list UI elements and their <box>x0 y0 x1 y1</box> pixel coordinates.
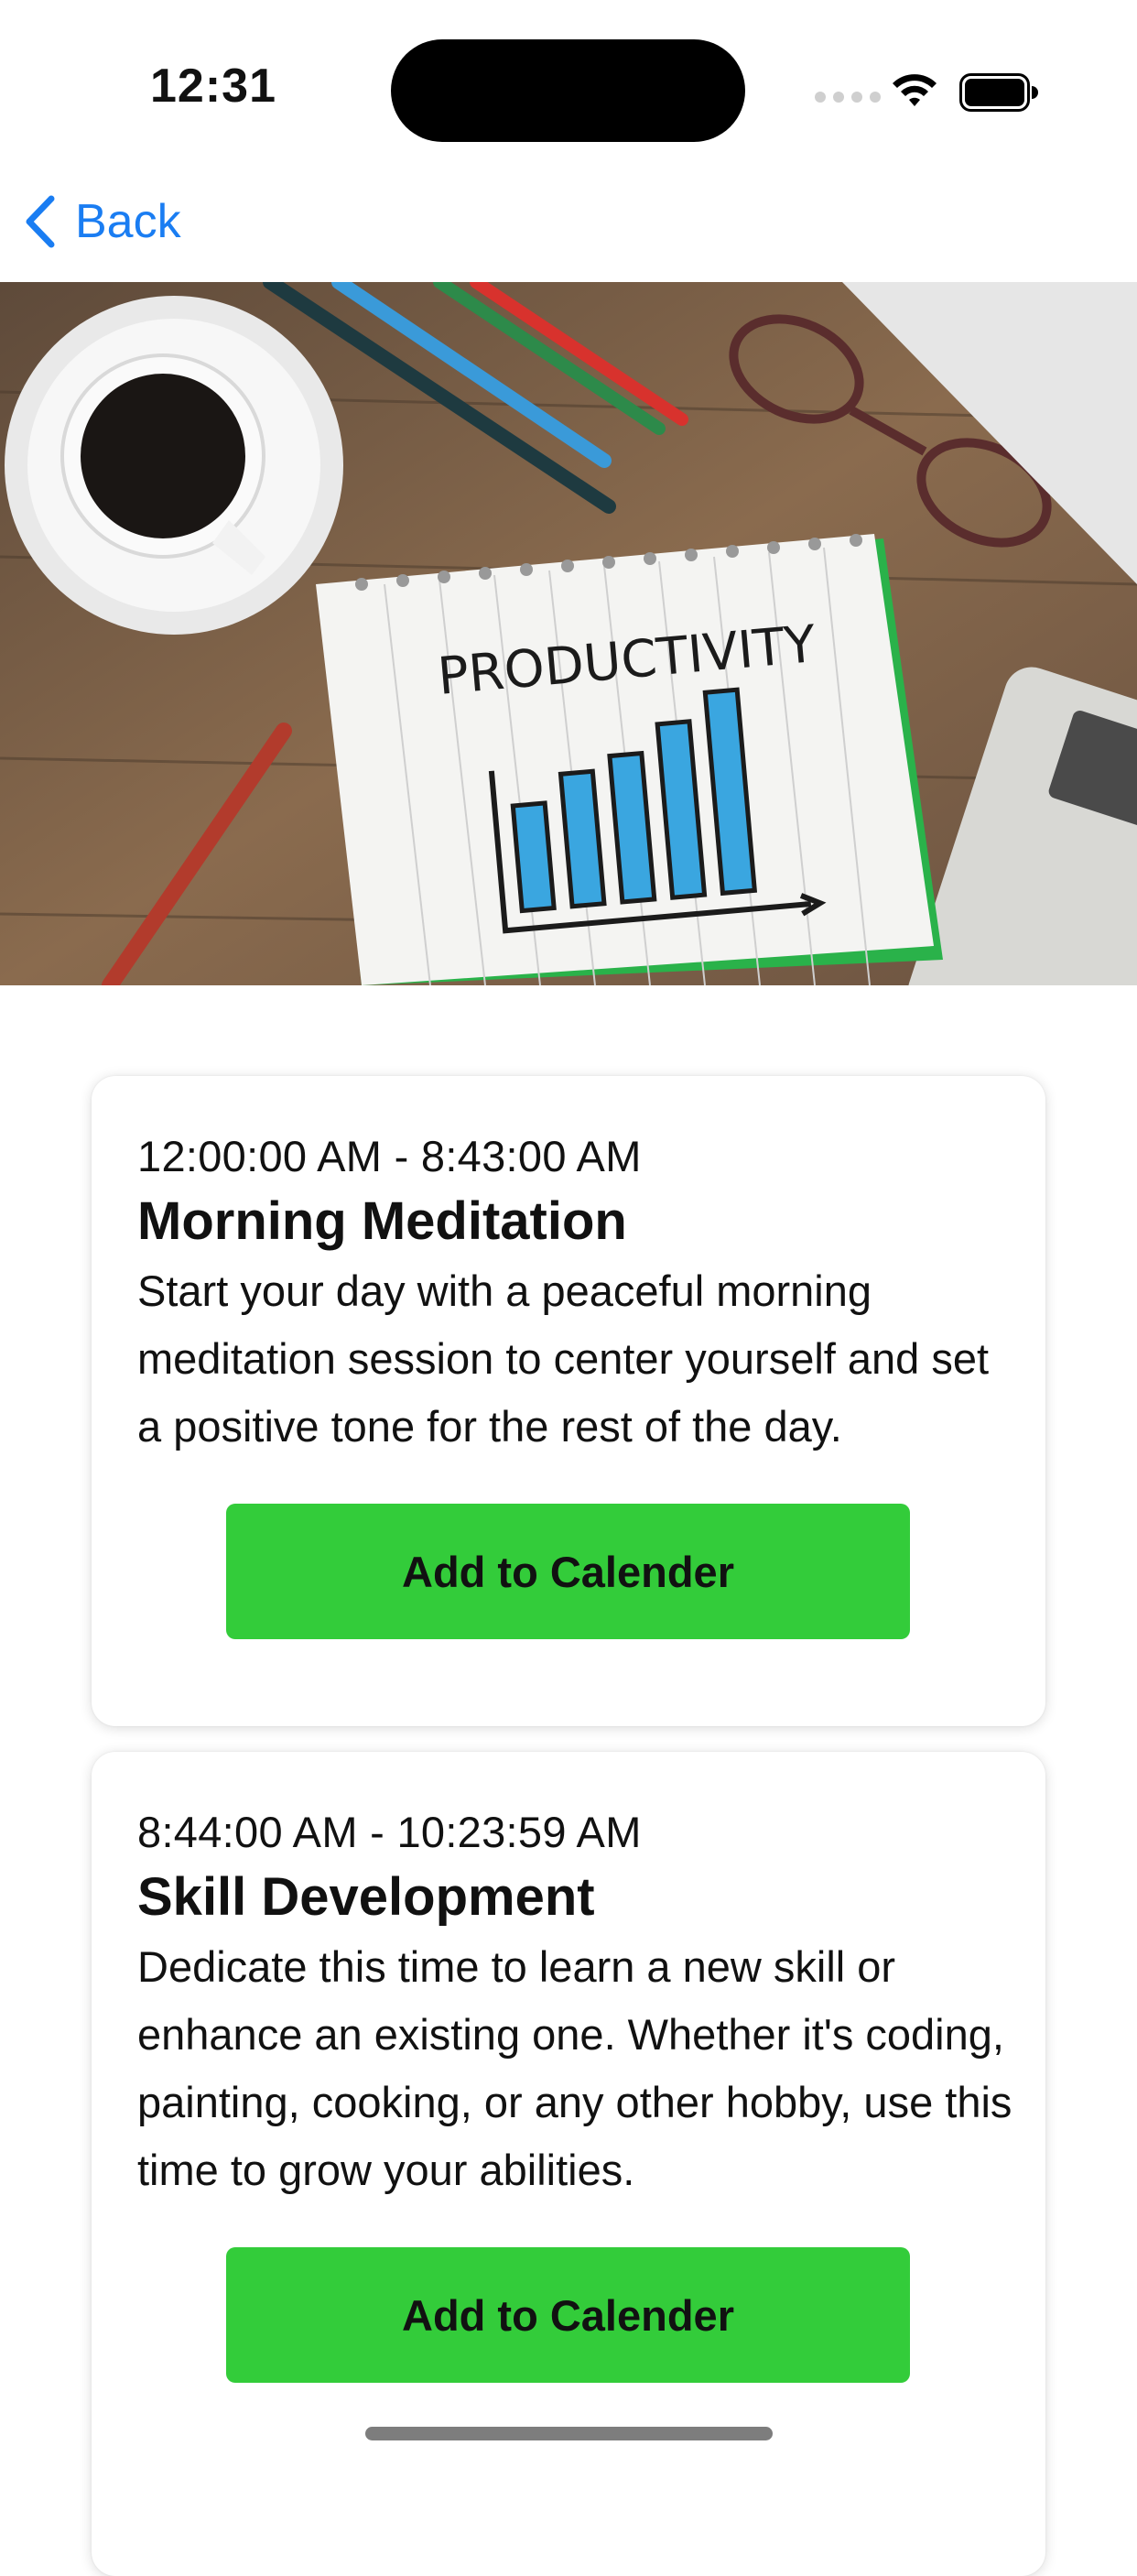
schedule-card: 12:00:00 AM - 8:43:00 AM Morning Meditat… <box>92 1076 1045 1726</box>
home-indicator <box>365 2427 773 2440</box>
card-title: Morning Meditation <box>137 1191 627 1251</box>
notebook: PRODUCTIVITY <box>316 534 943 985</box>
status-time: 12:31 <box>150 60 276 113</box>
signal-dots-icon <box>815 92 881 103</box>
battery-icon <box>959 73 1038 112</box>
add-to-calendar-button[interactable]: Add to Calender <box>226 1504 910 1639</box>
card-title: Skill Development <box>137 1867 595 1927</box>
back-button[interactable]: Back <box>22 192 181 251</box>
back-label: Back <box>75 195 181 248</box>
schedule-card: 8:44:00 AM - 10:23:59 AM Skill Developme… <box>92 1752 1045 2576</box>
card-description: Start your day with a peaceful morning m… <box>137 1266 990 1451</box>
dynamic-island <box>391 39 745 142</box>
card-time-range: 12:00:00 AM - 8:43:00 AM <box>137 1132 642 1180</box>
productivity-desk-illustration: PRODUCTIVITY <box>0 282 1137 985</box>
card-description: Dedicate this time to learn a new skill … <box>137 1942 1012 2194</box>
chevron-left-icon <box>26 195 55 248</box>
hero-image: PRODUCTIVITY <box>0 282 1137 985</box>
wifi-icon <box>893 74 937 106</box>
coffee-cup <box>5 296 343 635</box>
card-time-range: 8:44:00 AM - 10:23:59 AM <box>137 1808 642 1856</box>
add-to-calendar-button[interactable]: Add to Calender <box>226 2247 910 2383</box>
status-bar: 12:31 <box>0 0 1137 174</box>
